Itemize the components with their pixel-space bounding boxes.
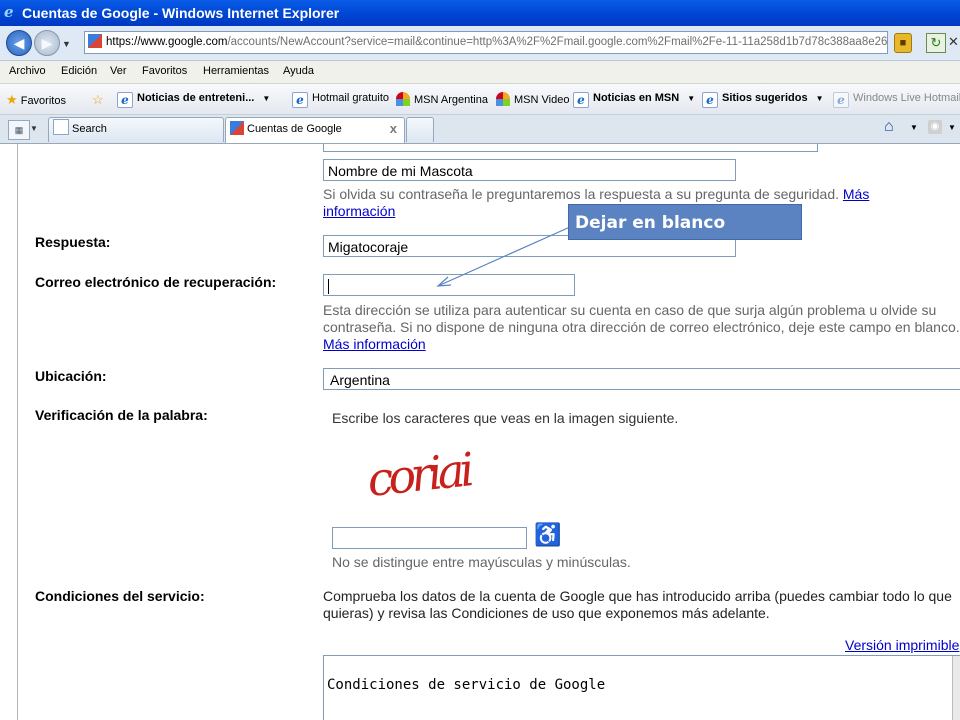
- forward-icon: ▶: [41, 35, 53, 51]
- address-bar: ◀ ▶ ▼ https://www.google.com/accounts/Ne…: [0, 26, 960, 61]
- menu-bar: Archivo Edición Ver Favoritos Herramient…: [0, 61, 960, 84]
- rss-dropdown-icon[interactable]: ▼: [948, 123, 956, 132]
- back-icon: ◀: [13, 35, 25, 51]
- page-content: Nombre de mi Mascota Si olvida su contra…: [0, 144, 960, 720]
- ie-page-icon: [53, 119, 69, 135]
- google-favicon-icon: [88, 34, 102, 48]
- new-tab-button[interactable]: [406, 117, 434, 142]
- google-favicon-icon: [230, 121, 244, 135]
- tos-description: Comprueba los datos de la cuenta de Goog…: [323, 588, 952, 621]
- close-tab-icon[interactable]: x: [390, 118, 397, 140]
- left-border: [17, 144, 18, 720]
- tos-label: Condiciones del servicio:: [35, 588, 205, 604]
- callout-box: Dejar en blanco: [568, 204, 802, 240]
- security-question-custom-input[interactable]: Nombre de mi Mascota: [323, 159, 736, 181]
- add-favorite-icon[interactable]: ☆: [92, 92, 104, 108]
- tos-title: Condiciones de servicio de Google: [327, 677, 606, 693]
- tos-scrollbar[interactable]: [952, 656, 960, 720]
- url-input[interactable]: https://www.google.com/accounts/NewAccou…: [84, 31, 888, 54]
- ie-page-icon: e: [702, 92, 718, 108]
- msn-butterfly-icon: [496, 92, 510, 106]
- captcha-image: coriai: [365, 432, 505, 507]
- menu-ver[interactable]: Ver: [110, 65, 127, 77]
- ie-page-icon: e: [117, 92, 133, 108]
- tab-cuentas-de-google[interactable]: Cuentas de Google x: [225, 117, 405, 143]
- fav-sitios-sugeridos[interactable]: e Sitios sugeridos ▼: [702, 92, 824, 108]
- location-label: Ubicación:: [35, 368, 107, 384]
- verification-prompt: Escribe los caracteres que veas en la im…: [332, 410, 679, 426]
- captcha-input[interactable]: [332, 527, 527, 549]
- fav-msn-argentina[interactable]: MSN Argentina: [396, 92, 488, 106]
- menu-favoritos[interactable]: Favoritos: [142, 65, 187, 77]
- menu-ayuda[interactable]: Ayuda: [283, 65, 314, 77]
- captcha-graphic: coriai: [365, 442, 476, 507]
- forward-button[interactable]: ▶: [34, 30, 60, 56]
- back-button[interactable]: ◀: [6, 30, 32, 56]
- verification-label: Verificación de la palabra:: [35, 407, 208, 423]
- favorites-bar: ★ Favoritos ☆ e Noticias de entreteni... ▼…: [0, 84, 960, 115]
- tab-bar: ▦ ▼ Search Cuentas de Google x ⌂ ▼ ◉ ▼: [0, 115, 960, 144]
- case-note: No se distingue entre mayúsculas y minús…: [332, 554, 631, 570]
- fav-hotmail-gratuito[interactable]: e Hotmail gratuito: [292, 92, 389, 108]
- fav-msn-video[interactable]: MSN Video: [496, 92, 569, 106]
- tab-list-dropdown-icon[interactable]: ▼: [30, 120, 42, 138]
- more-info-link-2[interactable]: Más información: [323, 336, 426, 352]
- ie-page-icon: e: [833, 92, 849, 108]
- history-dropdown-icon[interactable]: ▼: [62, 39, 71, 49]
- menu-edicion[interactable]: Edición: [61, 65, 97, 77]
- location-select[interactable]: Argentina: [323, 368, 960, 390]
- accessibility-icon[interactable]: ♿: [534, 522, 561, 548]
- callout-arrow: [436, 226, 571, 287]
- favorites-button[interactable]: ★ Favoritos: [6, 92, 66, 108]
- captcha-text: coriai: [365, 442, 475, 502]
- ie-page-icon: e: [573, 92, 589, 108]
- refresh-icon[interactable]: ↻: [926, 33, 946, 53]
- stop-icon[interactable]: ✕: [948, 33, 960, 51]
- tos-textarea[interactable]: Condiciones de servicio de Google: [323, 655, 960, 720]
- menu-archivo[interactable]: Archivo: [9, 65, 46, 77]
- fav-windows-live-hotmail[interactable]: e Windows Live Hotmail: [833, 92, 960, 108]
- recovery-help: Esta dirección se utiliza para autentica…: [323, 302, 960, 352]
- text-cursor: [328, 279, 329, 294]
- answer-label: Respuesta:: [35, 234, 111, 250]
- home-icon[interactable]: ⌂: [884, 118, 894, 136]
- menu-herramientas[interactable]: Herramientas: [203, 65, 269, 77]
- title-bar: e Cuentas de Google - Windows Internet E…: [0, 0, 960, 26]
- quick-tabs-icon[interactable]: ▦: [8, 120, 30, 140]
- lock-icon[interactable]: ■: [894, 33, 912, 53]
- url-path: /accounts/NewAccount?service=mail&contin…: [227, 36, 888, 48]
- ie-page-icon: e: [292, 92, 308, 108]
- fav-noticias-entretenimiento[interactable]: e Noticias de entreteni... ▼: [117, 92, 270, 108]
- printable-version-link[interactable]: Versión imprimible: [845, 637, 959, 653]
- star-icon: ★: [6, 92, 18, 107]
- fav-noticias-msn[interactable]: e Noticias en MSN ▼: [573, 92, 695, 108]
- rss-icon[interactable]: ◉: [928, 120, 942, 134]
- ie-icon: e: [4, 3, 14, 21]
- url-host: www.google.com: [140, 36, 228, 48]
- window-title: Cuentas de Google - Windows Internet Exp…: [22, 5, 340, 21]
- security-question-select[interactable]: [323, 144, 818, 152]
- msn-butterfly-icon: [396, 92, 410, 106]
- tab-search[interactable]: Search: [48, 117, 224, 142]
- recovery-email-label: Correo electrónico de recuperación:: [35, 274, 277, 290]
- url-scheme: https://: [106, 36, 141, 48]
- home-dropdown-icon[interactable]: ▼: [910, 123, 918, 132]
